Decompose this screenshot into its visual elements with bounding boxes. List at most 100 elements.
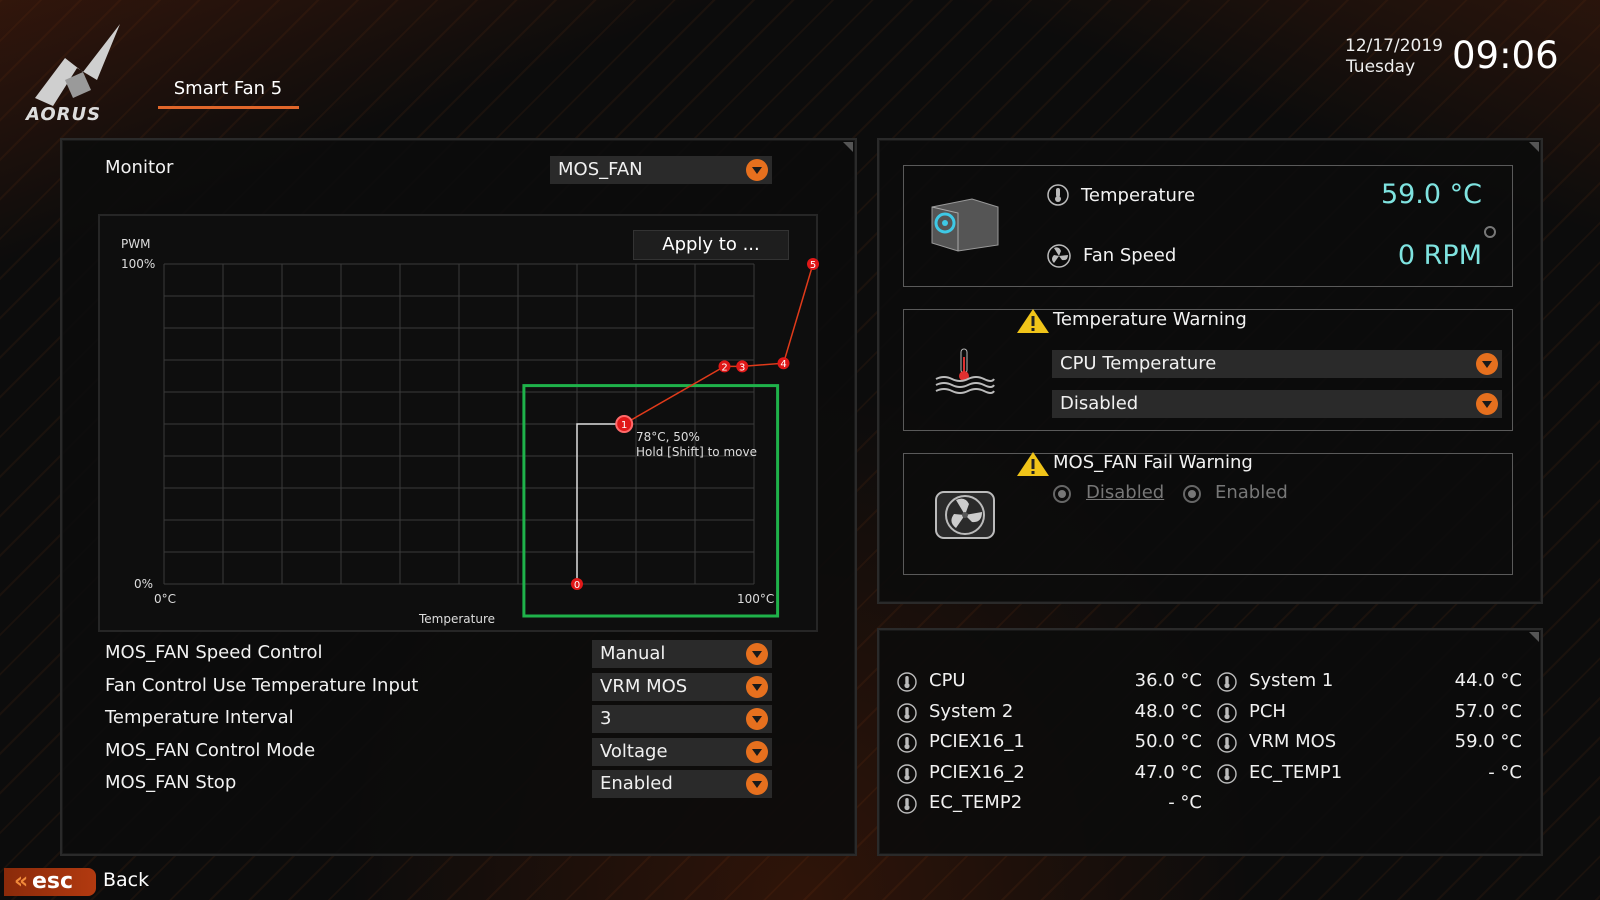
tooltip-value: 78°C, 50% xyxy=(636,430,700,444)
sensor-value: 47.0 °C xyxy=(1134,761,1202,783)
monitor-label: Monitor xyxy=(105,157,174,178)
temp-warning-state: Disabled xyxy=(1060,393,1139,414)
sensor-name: PCIEX16_1 xyxy=(929,731,1025,752)
sensor-name: VRM MOS xyxy=(1249,731,1337,752)
thermometer-icon xyxy=(1047,184,1069,206)
setting-label: MOS_FAN Speed Control xyxy=(105,642,323,663)
temperature-value: 59.0 °C xyxy=(1380,179,1482,210)
sensor-value: 50.0 °C xyxy=(1134,731,1202,752)
radio-icon xyxy=(1188,490,1196,498)
setting-dropdown[interactable]: Enabled xyxy=(592,770,772,798)
setting-label: MOS_FAN Stop xyxy=(105,772,237,793)
y-axis-title: PWM xyxy=(121,237,151,251)
fan-speed-value: 0 RPM xyxy=(1397,240,1482,271)
tooltip-hint: Hold [Shift] to move xyxy=(636,445,757,459)
y-axis-max: 100% xyxy=(121,257,156,271)
sensor-name: CPU xyxy=(929,670,966,691)
temp-warning-state-dropdown[interactable]: Disabled xyxy=(1052,390,1502,418)
heat-icon xyxy=(935,348,995,394)
tab-active-indicator xyxy=(158,106,299,109)
fan-speed-label: Fan Speed xyxy=(1083,245,1177,266)
thermometer-icon xyxy=(897,733,917,753)
temp-warning-title: Temperature Warning xyxy=(1053,309,1247,330)
dropdown-arrow-icon xyxy=(746,159,768,181)
dropdown-arrow-icon xyxy=(746,740,768,763)
fail-warning-disabled-label: Disabled xyxy=(1086,482,1165,503)
clock: 09:06 xyxy=(1452,34,1559,77)
fan-curve-graph[interactable] xyxy=(98,214,818,632)
temp-warning-source-dropdown[interactable]: CPU Temperature xyxy=(1052,350,1502,378)
sensor-name: PCIEX16_2 xyxy=(929,761,1025,783)
pc-case-icon xyxy=(931,198,999,252)
sensor-name: EC_TEMP2 xyxy=(929,792,1023,813)
setting-dropdown[interactable]: VRM MOS xyxy=(592,672,772,701)
monitor-value: MOS_FAN xyxy=(558,159,643,180)
dropdown-arrow-icon xyxy=(746,773,768,795)
date-display: 12/17/2019 Tuesday xyxy=(1345,36,1443,78)
sensor-name: System 1 xyxy=(1249,670,1334,691)
thermometer-icon xyxy=(897,763,917,784)
sensor-value: 36.0 °C xyxy=(1134,670,1202,691)
panel-corner xyxy=(843,142,853,152)
setting-dropdown[interactable]: Voltage xyxy=(592,737,772,766)
dropdown-arrow-icon xyxy=(746,675,768,698)
sensor-value: 57.0 °C xyxy=(1454,700,1522,722)
esc-button[interactable]: « esc xyxy=(4,868,96,896)
sensor-value: 44.0 °C xyxy=(1454,670,1522,691)
setting-dropdown[interactable]: 3 xyxy=(592,705,772,733)
warning-icon xyxy=(1017,452,1049,476)
back-label: Back xyxy=(103,869,150,891)
radio-icon xyxy=(1058,490,1066,498)
warning-icon xyxy=(1017,309,1049,333)
weekday: Tuesday xyxy=(1346,57,1416,77)
setting-value: Manual xyxy=(600,643,666,664)
sensor-value: - °C xyxy=(1168,792,1202,813)
fan-icon xyxy=(935,491,995,539)
dropdown-arrow-icon xyxy=(746,643,768,665)
x-axis-min: 0°C xyxy=(154,592,177,606)
x-axis-title: Temperature xyxy=(419,612,496,626)
fail-warning-title: MOS_FAN Fail Warning xyxy=(1053,452,1253,473)
panel-corner xyxy=(1529,142,1539,152)
thermometer-icon xyxy=(897,702,917,723)
thermometer-icon xyxy=(1217,672,1237,692)
setting-value: Enabled xyxy=(600,773,673,794)
apply-to-button[interactable]: Apply to ... xyxy=(633,230,789,260)
y-axis-min: 0% xyxy=(134,577,154,591)
setting-label: Fan Control Use Temperature Input xyxy=(105,674,419,696)
dropdown-arrow-icon xyxy=(746,708,768,730)
sensor-name: EC_TEMP1 xyxy=(1249,761,1343,783)
temperature-label: Temperature xyxy=(1081,185,1196,206)
setting-value: VRM MOS xyxy=(600,675,688,697)
fail-warning-enabled-label: Enabled xyxy=(1215,482,1288,503)
sensor-name: PCH xyxy=(1249,700,1286,722)
x-axis-max: 100°C xyxy=(737,592,775,606)
setting-label: Temperature Interval xyxy=(105,707,294,728)
setting-value: Voltage xyxy=(600,740,668,762)
sensor-value: 48.0 °C xyxy=(1134,700,1202,722)
thermometer-icon xyxy=(897,672,917,692)
setting-value: 3 xyxy=(600,708,612,729)
curve-tooltip: 78°C, 50% Hold [Shift] to move xyxy=(636,430,757,460)
esc-label: esc xyxy=(32,869,74,894)
sensor-value: - °C xyxy=(1488,761,1522,783)
gear-icon xyxy=(1484,226,1496,238)
temp-warning-source: CPU Temperature xyxy=(1060,353,1217,374)
panel-corner xyxy=(1529,632,1539,642)
date: 12/17/2019 xyxy=(1345,36,1443,56)
tab-smart-fan-5[interactable]: Smart Fan 5 xyxy=(158,78,298,108)
thermometer-icon xyxy=(1217,733,1237,753)
monitor-dropdown[interactable]: MOS_FAN xyxy=(550,156,772,184)
thermometer-icon xyxy=(897,794,917,814)
setting-dropdown[interactable]: Manual xyxy=(592,640,772,668)
fan-icon xyxy=(1047,244,1071,268)
setting-label: MOS_FAN Control Mode xyxy=(105,739,316,761)
dropdown-arrow-icon xyxy=(1476,353,1498,375)
brand-name: AORUS xyxy=(26,104,102,125)
sensor-name: System 2 xyxy=(929,700,1014,722)
thermometer-icon xyxy=(1217,702,1237,723)
sensor-value: 59.0 °C xyxy=(1454,731,1522,752)
dropdown-arrow-icon xyxy=(1476,393,1498,415)
thermometer-icon xyxy=(1217,763,1237,784)
chevron-left-icon: « xyxy=(14,869,29,894)
